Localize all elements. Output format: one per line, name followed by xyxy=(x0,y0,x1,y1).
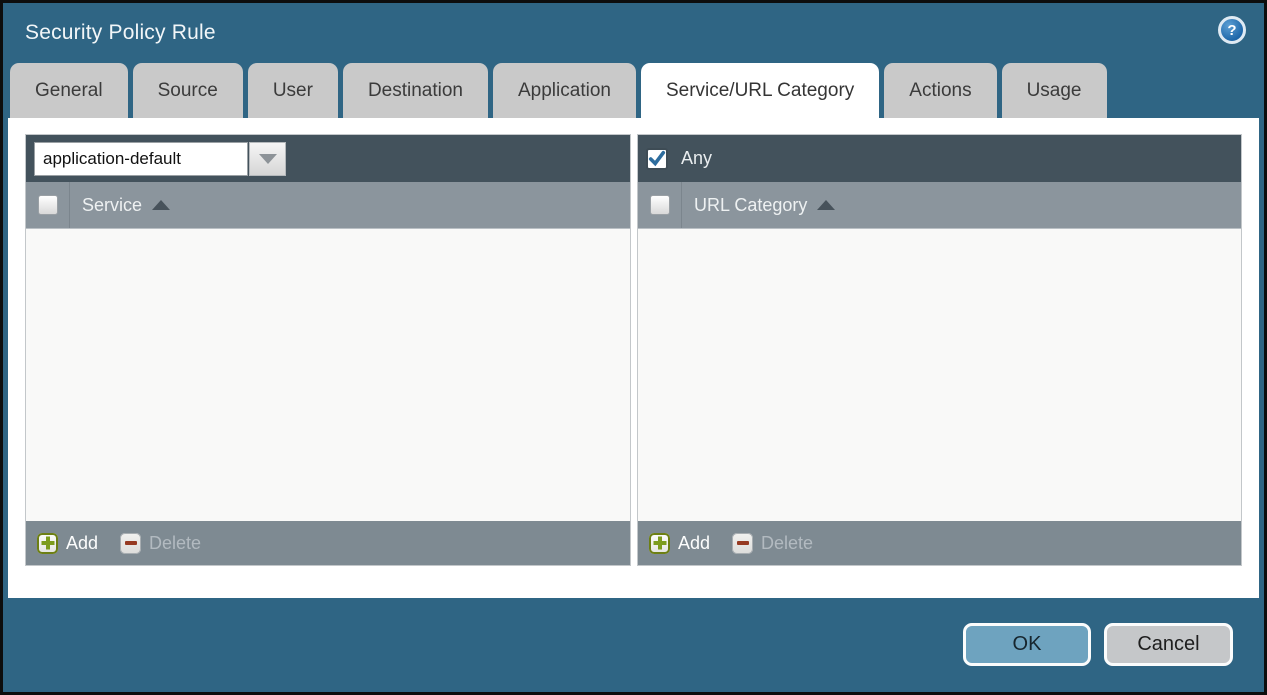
ok-button[interactable]: OK xyxy=(963,623,1091,666)
delete-button-label: Delete xyxy=(761,533,813,554)
url-category-panel: Any URL Category Add xyxy=(637,134,1242,566)
url-category-list-body[interactable] xyxy=(638,229,1241,521)
cancel-button[interactable]: Cancel xyxy=(1104,623,1233,666)
service-delete-button[interactable]: Delete xyxy=(120,533,201,554)
tab-usage[interactable]: Usage xyxy=(1002,63,1107,118)
service-column-label: Service xyxy=(82,195,142,216)
tab-source[interactable]: Source xyxy=(133,63,243,118)
delete-minus-icon xyxy=(732,533,753,554)
service-type-dropdown-button[interactable] xyxy=(249,142,286,176)
service-type-combobox xyxy=(34,142,286,176)
dialog-titlebar: Security Policy Rule ? xyxy=(3,3,1264,63)
service-panel-toolbar: Add Delete xyxy=(26,521,630,565)
sort-ascending-icon xyxy=(152,200,170,210)
tab-user[interactable]: User xyxy=(248,63,338,118)
tab-application[interactable]: Application xyxy=(493,63,636,118)
tab-content-service-url-category: Service Add Delete xyxy=(8,118,1259,598)
url-category-add-button[interactable]: Add xyxy=(649,533,710,554)
add-plus-icon xyxy=(649,533,670,554)
service-select-all-checkbox[interactable] xyxy=(38,195,58,215)
tab-general[interactable]: General xyxy=(10,63,128,118)
url-category-select-all-cell xyxy=(638,182,682,228)
service-select-all-cell xyxy=(26,182,70,228)
service-list-body[interactable] xyxy=(26,229,630,521)
tab-actions[interactable]: Actions xyxy=(884,63,996,118)
add-button-label: Add xyxy=(66,533,98,554)
sort-ascending-icon xyxy=(817,200,835,210)
service-panel: Service Add Delete xyxy=(25,134,631,566)
any-checkbox[interactable] xyxy=(646,148,668,170)
url-category-column-header[interactable]: URL Category xyxy=(694,195,835,216)
tab-destination[interactable]: Destination xyxy=(343,63,488,118)
url-category-panel-header: Any xyxy=(638,135,1241,182)
add-button-label: Add xyxy=(678,533,710,554)
tab-service-url-category[interactable]: Service/URL Category xyxy=(641,63,879,118)
service-column-header[interactable]: Service xyxy=(82,195,170,216)
security-policy-rule-dialog: Security Policy Rule ? General Source Us… xyxy=(3,3,1264,692)
service-add-button[interactable]: Add xyxy=(37,533,98,554)
checkmark-icon xyxy=(648,149,666,169)
url-category-select-all-checkbox[interactable] xyxy=(650,195,670,215)
add-plus-icon xyxy=(37,533,58,554)
help-icon[interactable]: ? xyxy=(1218,16,1246,44)
service-column-header-row: Service xyxy=(26,182,630,229)
caret-down-icon xyxy=(259,154,277,164)
delete-minus-icon xyxy=(120,533,141,554)
url-category-column-header-row: URL Category xyxy=(638,182,1241,229)
url-category-column-label: URL Category xyxy=(694,195,807,216)
url-category-panel-toolbar: Add Delete xyxy=(638,521,1241,565)
dialog-title: Security Policy Rule xyxy=(25,21,216,45)
tab-bar: General Source User Destination Applicat… xyxy=(3,63,1264,118)
delete-button-label: Delete xyxy=(149,533,201,554)
any-checkbox-label: Any xyxy=(681,148,712,169)
dialog-footer: OK Cancel xyxy=(3,598,1264,692)
service-type-input[interactable] xyxy=(34,142,248,176)
screenshot-frame: Security Policy Rule ? General Source Us… xyxy=(0,0,1267,695)
url-category-delete-button[interactable]: Delete xyxy=(732,533,813,554)
service-panel-header xyxy=(26,135,630,182)
